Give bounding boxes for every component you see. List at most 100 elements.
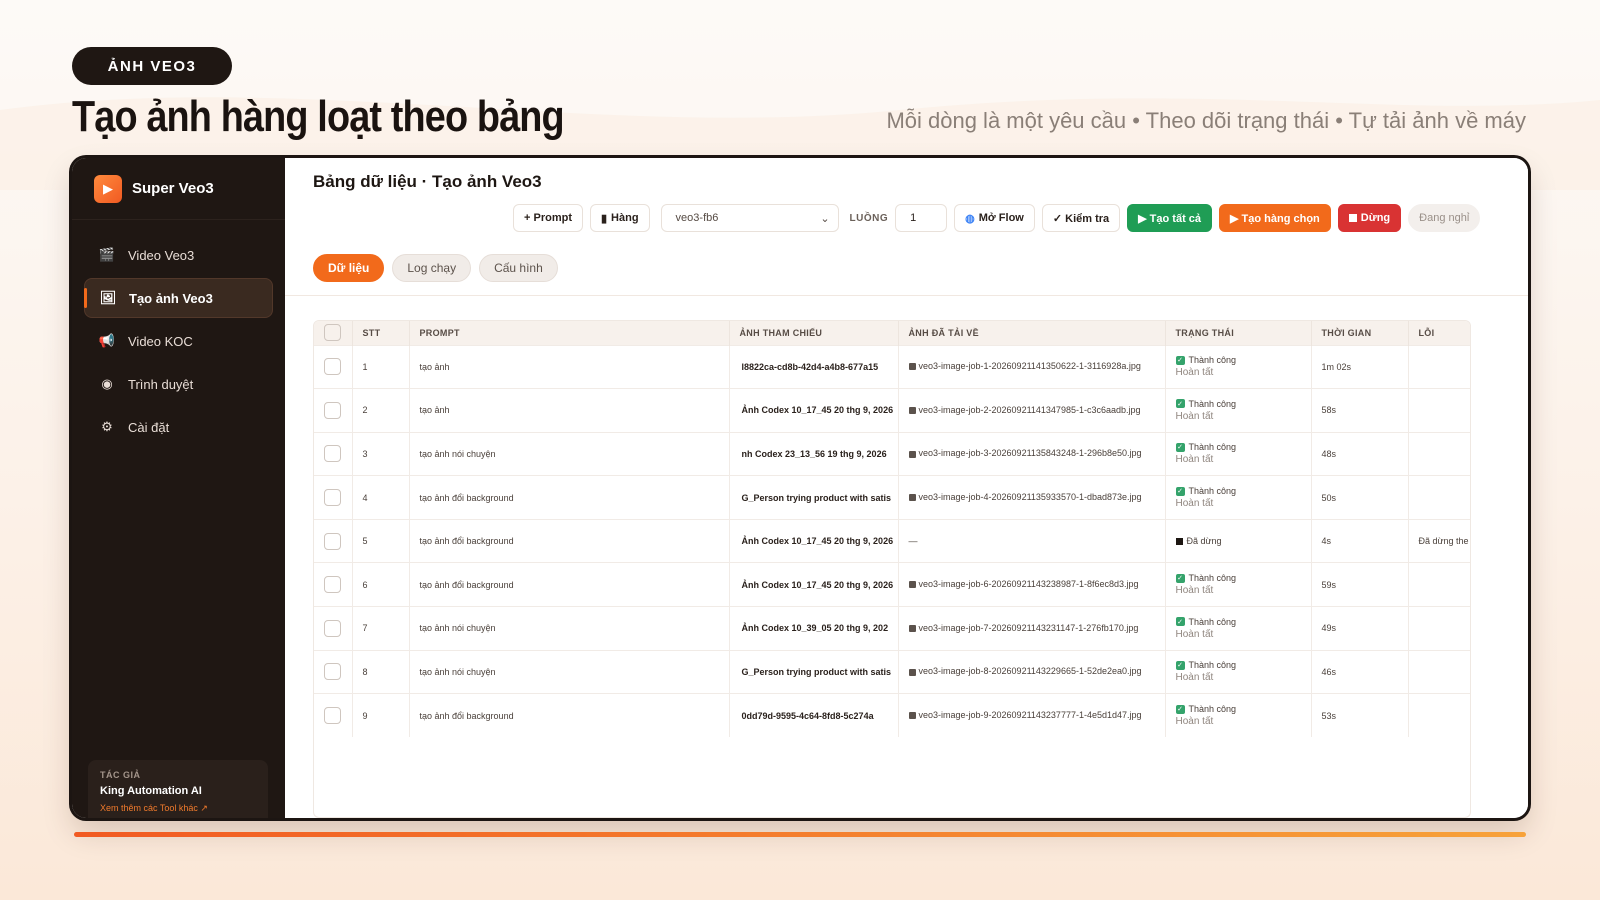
brand-name: Super Veo3 [132,180,214,197]
status-detail: Hoàn tất [1175,672,1214,684]
table-row[interactable]: 9 tạo ảnh đổi background 0dd79d-9595-4c64-… [314,693,1470,738]
prompt-cell[interactable]: tạo ảnh nói chuyện [409,431,730,476]
open-flow-button[interactable]: ◍ Mở Flow [954,204,1035,232]
row-button[interactable]: ▮ Hàng [589,204,650,232]
main-header: Bảng dữ liệu · Tạo ảnh Veo3 + Prompt ▮ H… [285,158,1528,296]
row-checkbox[interactable] [324,532,341,550]
row-select-cell [314,606,353,651]
downloaded-filename: veo3-image-job-3-20260921135843248-1-296… [918,448,1142,459]
downloaded-cell: veo3-image-job-4-20260921135933570-1-dba… [898,475,1166,520]
row-checkbox[interactable] [324,445,341,463]
table-row[interactable]: 5 tạo ảnh đổi background Ảnh Codex 10_17_4… [314,518,1470,563]
image-file-icon [908,624,916,632]
row-checkbox[interactable] [324,401,341,419]
reference-cell[interactable]: Ảnh Codex 10_17_45 20 thg 9, 2026 [729,518,899,563]
play-logo-icon: ▶ [94,174,122,203]
image-file-icon [908,668,916,676]
downloaded-cell: veo3-image-job-8-20260921143229665-1-52d… [898,649,1166,694]
reference-cell[interactable]: Ảnh Codex 10_17_45 20 thg 9, 2026 [729,388,899,433]
row-select-cell [314,344,353,389]
threads-input[interactable]: 1 [895,204,948,232]
prompt-cell[interactable]: tạo ảnh [409,388,730,433]
status-text: Thành công [1188,704,1237,715]
status-cell: ✓ Thành công Hoàn tất [1165,649,1312,694]
brand: ▶ Super Veo3 [72,158,285,220]
prompt-cell[interactable]: tạo ảnh đổi background [409,518,730,563]
row-checkbox[interactable] [324,619,341,637]
reference-cell[interactable]: G_Person trying product with satis [729,475,899,520]
column-header-stt: STT [352,321,410,345]
prompt-cell[interactable]: tạo ảnh đổi background [409,693,730,738]
stop-button[interactable]: Dừng [1337,204,1402,232]
select-all-cell [314,321,353,345]
create-all-button[interactable]: ▶ Tạo tất cả [1127,204,1213,232]
table-row[interactable]: 7 tạo ảnh nói chuyện Ảnh Codex 10_39_05 20… [314,606,1470,651]
row-select-cell [314,431,353,476]
more-tools-link[interactable]: Xem thêm các Tool khác ↗ [100,803,256,814]
tab-du-lieu[interactable]: Dữ liệu [313,254,385,282]
downloaded-filename: veo3-image-job-7-20260921143231147-1-276… [918,622,1139,633]
prompt-cell[interactable]: tạo ảnh đổi background [409,475,730,520]
row-checkbox[interactable] [324,576,341,594]
table-body: 1 tạo ảnh l8822ca-cd8b-42d4-a4b8-677a15 veo… [314,344,1470,738]
sidebar-item-video-veo3[interactable]: 🎬 Video Veo3 [84,235,273,275]
time-cell: 58s [1311,388,1409,433]
sidebar-item-cai-dat[interactable]: ⚙ Cài đặt [84,407,273,447]
table-row[interactable]: 4 tạo ảnh đổi background G_Person trying p… [314,475,1470,520]
check-icon: ✓ [1175,660,1185,670]
sidebar-item-label: Video KOC [128,333,193,349]
reference-cell[interactable]: Ảnh Codex 10_39_05 20 thg 9, 202 [729,606,899,651]
status-text: Thành công [1188,573,1237,584]
row-checkbox[interactable] [324,489,341,507]
check-icon: ✓ [1175,617,1185,627]
table-row[interactable]: 2 tạo ảnh Ảnh Codex 10_17_45 20 thg 9, 202… [314,388,1470,433]
column-header-error: LỖI [1408,321,1470,345]
sidebar-item-video-koc[interactable]: 📢 Video KOC [84,321,273,361]
table-row[interactable]: 6 tạo ảnh đổi background Ảnh Codex 10_17_4… [314,562,1470,607]
row-select-cell [314,562,353,607]
sidebar-item-label: Video Veo3 [128,247,195,263]
column-header-time: THỜI GIAN [1311,321,1409,345]
prompt-cell[interactable]: tạo ảnh [409,344,730,389]
downloaded-cell: veo3-image-job-7-20260921143231147-1-276… [898,606,1166,651]
image-file-icon [908,407,916,415]
row-select-cell [314,475,353,520]
prompt-cell[interactable]: tạo ảnh nói chuyện [409,606,730,651]
row-checkbox[interactable] [324,707,341,725]
reference-cell[interactable]: G_Person trying product with satis [729,649,899,694]
downloaded-cell: — [898,518,1166,563]
sidebar-nav: 🎬 Video Veo3 🖼 Tạo ảnh Veo3 📢 Video KOC … [72,220,285,447]
table-row[interactable]: 3 tạo ảnh nói chuyện nh Codex 23_13_56 19 … [314,431,1470,476]
downloaded-filename: veo3-image-job-9-20260921143237777-1-4e5… [918,710,1142,721]
reference-cell[interactable]: l8822ca-cd8b-42d4-a4b8-677a15 [729,344,899,389]
trash-icon: ▮ [600,212,608,225]
reference-cell[interactable]: Ảnh Codex 10_17_45 20 thg 9, 2026 [729,562,899,607]
reference-cell[interactable]: 0dd79d-9595-4c64-8fd8-5c274a [729,693,899,738]
stop-icon [1348,214,1357,222]
toolbar: + Prompt ▮ Hàng veo3-fb6 ⌄ LUỒNG 1 ◍ Mở … [513,204,1481,232]
table-row[interactable]: 8 tạo ảnh nói chuyện G_Person trying produ… [314,649,1470,694]
select-all-checkbox[interactable] [324,324,341,342]
image-file-icon [908,494,916,502]
row-checkbox[interactable] [324,358,341,376]
create-selected-button[interactable]: ▶ Tạo hàng chọn [1219,204,1331,232]
prompt-cell[interactable]: tạo ảnh nói chuyện [409,649,730,694]
table-row[interactable]: 1 tạo ảnh l8822ca-cd8b-42d4-a4b8-677a15 veo… [314,344,1470,389]
megaphone-icon: 📢 [98,333,116,348]
reference-cell[interactable]: nh Codex 23_13_56 19 thg 9, 2026 [729,431,899,476]
check-button[interactable]: ✓ Kiểm tra [1041,204,1121,232]
sidebar-item-tao-anh-veo3[interactable]: 🖼 Tạo ảnh Veo3 [84,278,273,318]
data-table: STT PROMPT ẢNH THAM CHIẾU ẢNH ĐÃ TẢI VỀ … [313,320,1471,818]
prompt-cell[interactable]: tạo ảnh đổi background [409,562,730,607]
status-detail: Hoàn tất [1175,628,1214,640]
add-prompt-button[interactable]: + Prompt [513,204,583,232]
tab-log-chay[interactable]: Log chạy [392,254,472,282]
profile-select[interactable]: veo3-fb6 ⌄ [660,204,839,232]
row-button-label: Hàng [611,212,639,224]
tab-cau-hinh[interactable]: Cấu hình [479,254,558,282]
sidebar-item-trinh-duyet[interactable]: ◉ Trình duyệt [84,364,273,404]
row-checkbox[interactable] [324,663,341,681]
status-cell: ✓ Thành công Hoàn tất [1165,693,1312,738]
downloaded-cell: veo3-image-job-1-20260921141350622-1-311… [898,344,1166,389]
status-cell: ✓ Thành công Hoàn tất [1165,606,1312,651]
